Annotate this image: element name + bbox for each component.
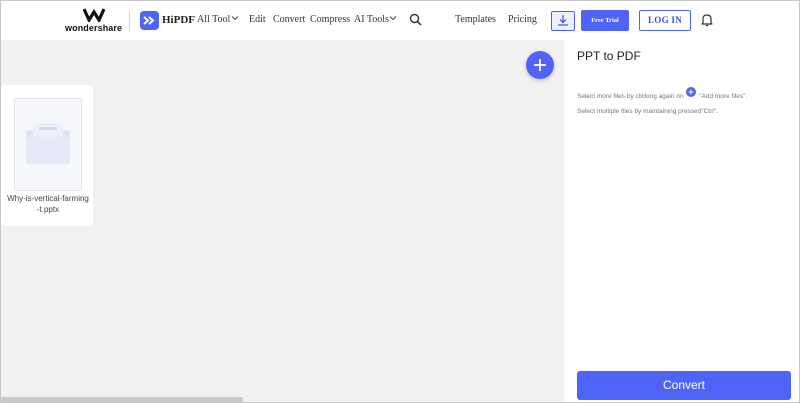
scrollbar-thumb[interactable] bbox=[1, 397, 243, 402]
header-divider bbox=[129, 11, 130, 31]
login-button[interactable]: LOG IN bbox=[639, 10, 691, 31]
search-icon[interactable] bbox=[409, 13, 422, 26]
settings-panel: PPT to PDF Select more files by clicking… bbox=[564, 40, 799, 402]
file-name: Why-is-vertical-farming-t.pptx bbox=[7, 194, 89, 214]
pptx-file-icon bbox=[26, 123, 70, 164]
nav-convert[interactable]: Convert bbox=[273, 14, 305, 25]
plus-icon bbox=[534, 59, 546, 71]
panel-title: PPT to PDF bbox=[577, 49, 641, 63]
file-thumbnail bbox=[14, 98, 82, 191]
multi-select-hint: Select multiple files by maintaining pre… bbox=[577, 108, 718, 115]
nav-compress[interactable]: Compress bbox=[310, 14, 350, 25]
top-nav-bar: wondershare HiPDF All Tool Edit Convert … bbox=[1, 1, 799, 40]
download-app-button[interactable] bbox=[551, 11, 575, 31]
download-icon bbox=[558, 15, 568, 26]
wondershare-wordmark: wondershare bbox=[65, 23, 123, 33]
hint-text-after: "Add more files". bbox=[699, 93, 748, 100]
add-files-hint: Select more files by clicking again on "… bbox=[577, 87, 748, 100]
file-workspace: Why-is-vertical-farming-t.pptx bbox=[1, 40, 564, 402]
wondershare-logo[interactable]: wondershare bbox=[65, 7, 123, 35]
convert-button[interactable]: Convert bbox=[577, 371, 791, 400]
nav-ai-tools[interactable]: AI Tools bbox=[354, 14, 389, 25]
chevron-down-icon[interactable] bbox=[389, 14, 397, 22]
file-card[interactable]: Why-is-vertical-farming-t.pptx bbox=[1, 85, 93, 226]
nav-pricing[interactable]: Pricing bbox=[508, 14, 537, 25]
app-window: wondershare HiPDF All Tool Edit Convert … bbox=[0, 0, 800, 403]
nav-all-tool[interactable]: All Tool bbox=[197, 14, 230, 25]
plus-icon bbox=[686, 87, 697, 97]
hint-text-before: Select more files by clicking again on bbox=[577, 93, 684, 100]
chevron-down-icon[interactable] bbox=[231, 14, 239, 22]
free-trial-button[interactable]: Free Trial bbox=[581, 10, 629, 31]
add-more-files-button[interactable] bbox=[526, 51, 554, 79]
hipdf-logo-icon bbox=[140, 11, 159, 30]
nav-edit[interactable]: Edit bbox=[249, 14, 266, 25]
wondershare-mark-icon bbox=[83, 8, 105, 22]
hipdf-wordmark: HiPDF bbox=[162, 14, 195, 26]
bell-icon[interactable] bbox=[701, 13, 713, 27]
nav-templates[interactable]: Templates bbox=[455, 14, 496, 25]
